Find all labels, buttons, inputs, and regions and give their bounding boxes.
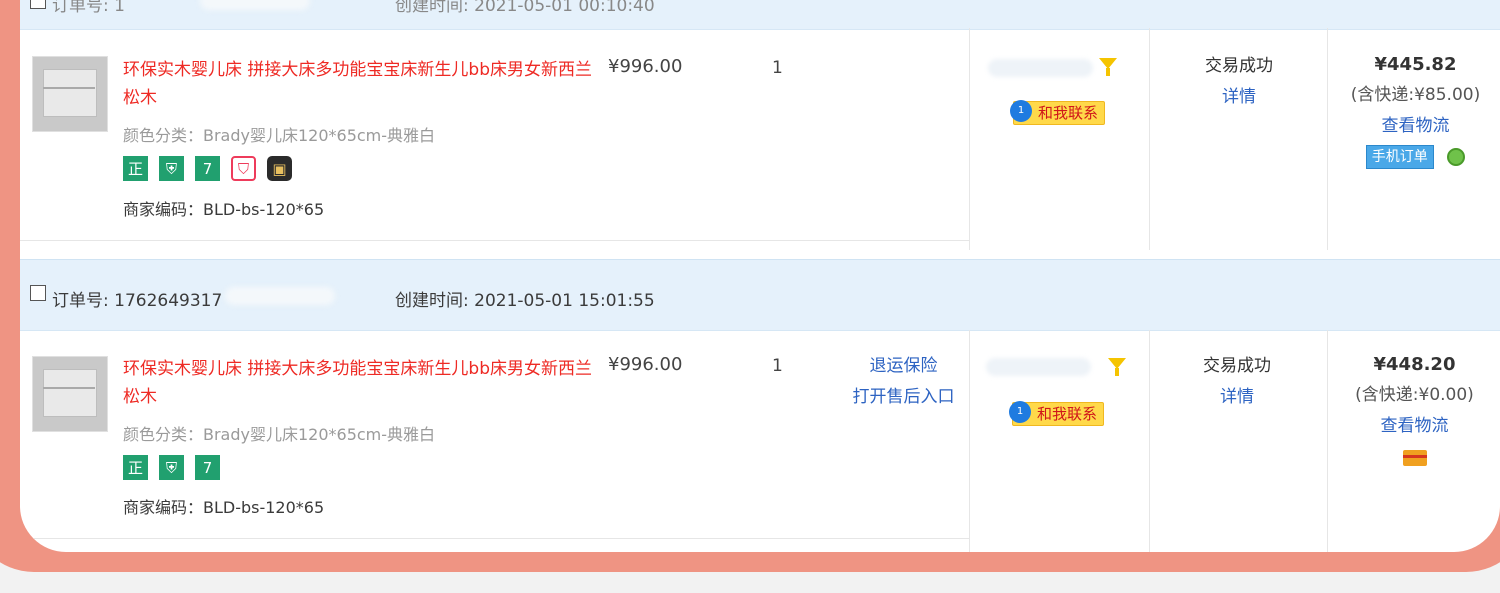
contact-button[interactable]: 1 和我联系: [1009, 401, 1105, 426]
order-number-blur: [200, 0, 310, 10]
open-after-sale-link[interactable]: 打开售后入口: [846, 382, 961, 413]
shipping-fee: (含快递:¥0.00): [1355, 385, 1474, 405]
quantity: 1: [772, 356, 783, 376]
crib-image: [43, 369, 97, 417]
product-title[interactable]: 环保实木婴儿床 拼接大床多功能宝宝床新生儿bb床男女新西兰松木: [123, 355, 593, 411]
order-status: 交易成功 详情: [1150, 51, 1328, 113]
refresh-icon[interactable]: [1447, 148, 1466, 166]
contact-button[interactable]: 1 和我联系: [1010, 100, 1106, 125]
order-number: 订单号: 1: [52, 0, 125, 16]
crib-rail: [43, 387, 95, 389]
after-sale-links: 退运保险 打开售后入口: [846, 351, 961, 413]
mobile-order-line: 手机订单: [1365, 145, 1466, 169]
wangwang-icon: 1: [1009, 401, 1031, 423]
product-spec: 颜色分类：Brady婴儿床120*65cm-典雅白: [123, 425, 436, 444]
guarantee-badge-icon[interactable]: ⛨: [159, 156, 184, 181]
paid-amount: ¥445.82: [1374, 54, 1457, 75]
col-divider: [969, 330, 970, 552]
order-row: 环保实木婴儿床 拼接大床多功能宝宝床新生儿bb床男女新西兰松木 颜色分类：Bra…: [20, 330, 1500, 552]
logistics-link[interactable]: 查看物流: [1327, 411, 1500, 442]
contact-label: 和我联系: [1037, 405, 1098, 423]
shipping-fee: (含快递:¥85.00): [1350, 85, 1481, 105]
contact-label: 和我联系: [1038, 104, 1099, 122]
return-insurance-link[interactable]: 退运保险: [846, 351, 961, 382]
paid-amount: ¥448.20: [1373, 354, 1456, 375]
filter-icon-stem: [1115, 368, 1119, 376]
order-number: 订单号: 1762649317: [52, 291, 223, 311]
order-status: 交易成功 详情: [1148, 351, 1326, 413]
order-row: 环保实木婴儿床 拼接大床多功能宝宝床新生儿bb床男女新西兰松木 颜色分类：Bra…: [20, 28, 1500, 260]
payment-info: ¥448.20 (含快递:¥0.00) 查看物流: [1327, 349, 1500, 442]
seven-day-return-icon[interactable]: 7: [195, 455, 220, 480]
order-number-blur: [225, 287, 335, 305]
unit-price: ¥996.00: [608, 56, 683, 77]
screenshot-frame: 订单号: 1 创建时间: 2021-05-01 00:10:40 环保实木婴儿床…: [0, 0, 1500, 572]
filter-icon-stem: [1106, 68, 1110, 76]
buyer-name-blur: [986, 358, 1091, 376]
orders-panel: 订单号: 1 创建时间: 2021-05-01 00:10:40 环保实木婴儿床…: [20, 0, 1500, 552]
order-checkbox[interactable]: [30, 285, 46, 301]
created-time: 创建时间: 2021-05-01 00:10:40: [395, 0, 655, 16]
product-thumbnail[interactable]: [32, 56, 108, 132]
col-divider: [969, 28, 970, 250]
gift-box-icon[interactable]: ▣: [267, 156, 292, 181]
product-thumbnail[interactable]: [32, 356, 108, 432]
service-badges: 正 ⛨ 7: [123, 455, 220, 480]
mobile-order-badge[interactable]: 手机订单: [1365, 145, 1434, 169]
unit-price: ¥996.00: [608, 354, 683, 375]
payment-info: ¥445.82 (含快递:¥85.00) 查看物流 手机订单: [1328, 49, 1500, 173]
row-divider: [20, 538, 970, 539]
crib-image: [43, 69, 97, 117]
merchant-code: 商家编码：BLD-bs-120*65: [123, 200, 325, 219]
buyer-name-blur: [988, 59, 1093, 77]
service-badges: 正 ⛨ 7 ⛉ ▣: [123, 156, 292, 181]
product-title[interactable]: 环保实木婴儿床 拼接大床多功能宝宝床新生儿bb床男女新西兰松木: [123, 56, 593, 112]
genuine-badge-icon[interactable]: 正: [123, 156, 148, 181]
detail-link[interactable]: 详情: [1148, 382, 1326, 413]
detail-link[interactable]: 详情: [1150, 82, 1328, 113]
status-text: 交易成功: [1205, 56, 1273, 76]
wangwang-icon: 1: [1010, 100, 1032, 122]
card-icon[interactable]: [1403, 450, 1427, 466]
status-text: 交易成功: [1203, 356, 1271, 376]
seven-day-return-icon[interactable]: 7: [195, 156, 220, 181]
security-shield-icon[interactable]: ⛉: [231, 156, 256, 181]
product-spec: 颜色分类：Brady婴儿床120*65cm-典雅白: [123, 126, 436, 145]
order-header: 订单号: 1 创建时间: 2021-05-01 00:10:40: [20, 0, 1500, 30]
merchant-code: 商家编码：BLD-bs-120*65: [123, 498, 325, 517]
crib-rail: [43, 87, 95, 89]
logistics-link[interactable]: 查看物流: [1328, 111, 1500, 142]
guarantee-badge-icon[interactable]: ⛨: [159, 455, 184, 480]
created-time: 创建时间: 2021-05-01 15:01:55: [395, 291, 655, 311]
quantity: 1: [772, 58, 783, 78]
genuine-badge-icon[interactable]: 正: [123, 455, 148, 480]
order-checkbox[interactable]: [30, 0, 46, 9]
order-header: 订单号: 1762649317 创建时间: 2021-05-01 15:01:5…: [20, 259, 1500, 331]
row-divider: [20, 240, 970, 241]
